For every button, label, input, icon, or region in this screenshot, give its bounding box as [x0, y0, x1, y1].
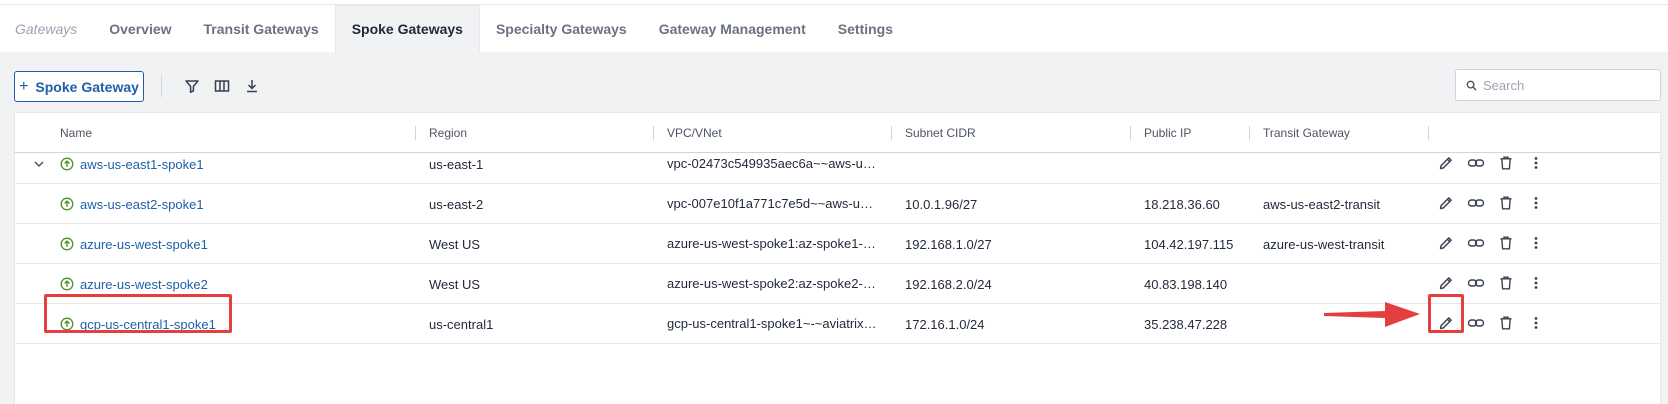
edit-icon[interactable]	[1435, 152, 1457, 174]
more-vertical-icon[interactable]	[1525, 272, 1547, 294]
gateway-name-link[interactable]: aws-us-east1-spoke1	[80, 157, 204, 172]
search-icon	[1466, 80, 1477, 91]
vpc-cell: azure-us-west-spoke2:az-spoke2-rg:vnet	[667, 276, 877, 291]
add-spoke-gateway-label: Spoke Gateway	[35, 78, 139, 95]
spoke-gateways-table: Name Region VPC/VNet Subnet CIDR Public …	[14, 112, 1661, 404]
add-spoke-gateway-button[interactable]: + Spoke Gateway	[14, 71, 144, 102]
link-icon[interactable]	[1465, 312, 1487, 334]
table-row: azure-us-west-spoke2 West US azure-us-we…	[15, 264, 1660, 304]
table-row: azure-us-west-spoke1 West US azure-us-we…	[15, 224, 1660, 264]
search-input[interactable]	[1483, 77, 1653, 93]
tab-overview[interactable]: Overview	[93, 5, 187, 52]
breadcrumb-gateways[interactable]: Gateways	[0, 5, 93, 52]
region-cell: West US	[429, 236, 481, 252]
gateway-tabs: Gateways Overview Transit Gateways Spoke…	[0, 5, 1668, 52]
column-divider	[415, 126, 416, 140]
vpc-cell: gcp-us-central1-spoke1~-~aviatrix-lab	[667, 316, 877, 331]
highlight-edit-button-box	[1428, 294, 1464, 333]
table-row: gcp-us-central1-spoke1 us-central1 gcp-u…	[15, 304, 1660, 344]
vpc-cell: vpc-02473c549935aec6a~~aws-us-east1-spok…	[667, 156, 877, 171]
filter-icon[interactable]	[181, 75, 203, 97]
link-icon[interactable]	[1465, 232, 1487, 254]
tab-settings[interactable]: Settings	[822, 5, 909, 52]
edit-icon[interactable]	[1435, 232, 1457, 254]
toolbar: + Spoke Gateway	[0, 52, 1668, 112]
column-divider	[1428, 126, 1429, 140]
delete-icon[interactable]	[1495, 272, 1517, 294]
status-up-icon	[60, 197, 74, 211]
highlight-gateway-name-box	[44, 294, 232, 333]
link-icon[interactable]	[1465, 272, 1487, 294]
transit-gateway-cell	[1263, 144, 1423, 184]
tab-gateway-management[interactable]: Gateway Management	[643, 5, 822, 52]
vpc-cell: azure-us-west-spoke1:az-spoke1-rg:vnet	[667, 236, 877, 251]
gateway-name-cell: azure-us-west-spoke1	[60, 224, 410, 264]
tab-spoke-gateways[interactable]: Spoke Gateways	[334, 5, 480, 52]
delete-icon[interactable]	[1495, 312, 1517, 334]
toolbar-divider	[161, 75, 162, 97]
transit-gateway-cell	[1263, 304, 1423, 344]
gateway-name-link[interactable]: azure-us-west-spoke2	[80, 277, 208, 292]
more-vertical-icon[interactable]	[1525, 152, 1547, 174]
gateway-name-cell: aws-us-east1-spoke1	[60, 144, 410, 184]
public-ip-cell: 18.218.36.60	[1144, 196, 1220, 212]
subnet-cidr-cell: 192.168.1.0/27	[905, 236, 992, 252]
region-cell: us-east-1	[429, 156, 484, 172]
transit-gateway-cell: azure-us-west-transit	[1263, 236, 1385, 252]
chevron-down-icon[interactable]	[31, 156, 47, 172]
link-icon[interactable]	[1465, 192, 1487, 214]
more-vertical-icon[interactable]	[1525, 192, 1547, 214]
more-vertical-icon[interactable]	[1525, 232, 1547, 254]
public-ip-cell: 104.42.197.115	[1144, 236, 1234, 252]
transit-gateway-cell: aws-us-east2-transit	[1263, 196, 1381, 212]
vpc-cell: vpc-007e10f1a771c7e5d~~aws-us-east2-spok…	[667, 196, 877, 211]
region-cell: us-east-2	[429, 196, 484, 212]
delete-icon[interactable]	[1495, 192, 1517, 214]
table-row: aws-us-east2-spoke1 us-east-2 vpc-007e10…	[15, 184, 1660, 224]
subnet-cidr-cell: 10.0.1.96/27	[905, 196, 978, 212]
gateway-name-cell: aws-us-east2-spoke1	[60, 184, 410, 224]
link-icon[interactable]	[1465, 152, 1487, 174]
column-divider	[1130, 126, 1131, 140]
column-divider	[1249, 126, 1250, 140]
gateway-name-link[interactable]: aws-us-east2-spoke1	[80, 197, 204, 212]
column-divider	[891, 126, 892, 140]
status-up-icon	[60, 157, 74, 171]
plus-icon: +	[19, 77, 29, 95]
columns-icon[interactable]	[211, 75, 233, 97]
tab-specialty-gateways[interactable]: Specialty Gateways	[480, 5, 643, 52]
subnet-cidr-cell: 172.16.1.0/24	[905, 316, 985, 332]
status-up-icon	[60, 277, 74, 291]
public-ip-cell: 40.83.198.140	[1144, 276, 1228, 292]
subnet-cidr-cell	[905, 144, 1125, 184]
more-vertical-icon[interactable]	[1525, 312, 1547, 334]
download-icon[interactable]	[241, 75, 263, 97]
subnet-cidr-cell: 192.168.2.0/24	[905, 276, 992, 292]
table-row: aws-us-east1-spoke1 us-east-1 vpc-02473c…	[15, 144, 1660, 184]
delete-icon[interactable]	[1495, 152, 1517, 174]
public-ip-cell	[1144, 144, 1249, 184]
region-cell: West US	[429, 276, 481, 292]
delete-icon[interactable]	[1495, 232, 1517, 254]
gateway-name-link[interactable]: azure-us-west-spoke1	[80, 237, 208, 252]
tab-transit-gateways[interactable]: Transit Gateways	[188, 5, 335, 52]
status-up-icon	[60, 237, 74, 251]
transit-gateway-cell	[1263, 264, 1423, 304]
public-ip-cell: 35.238.47.228	[1144, 316, 1228, 332]
search-box	[1455, 69, 1661, 101]
edit-icon[interactable]	[1435, 192, 1457, 214]
edit-icon[interactable]	[1435, 272, 1457, 294]
column-divider	[653, 126, 654, 140]
region-cell: us-central1	[429, 316, 494, 332]
